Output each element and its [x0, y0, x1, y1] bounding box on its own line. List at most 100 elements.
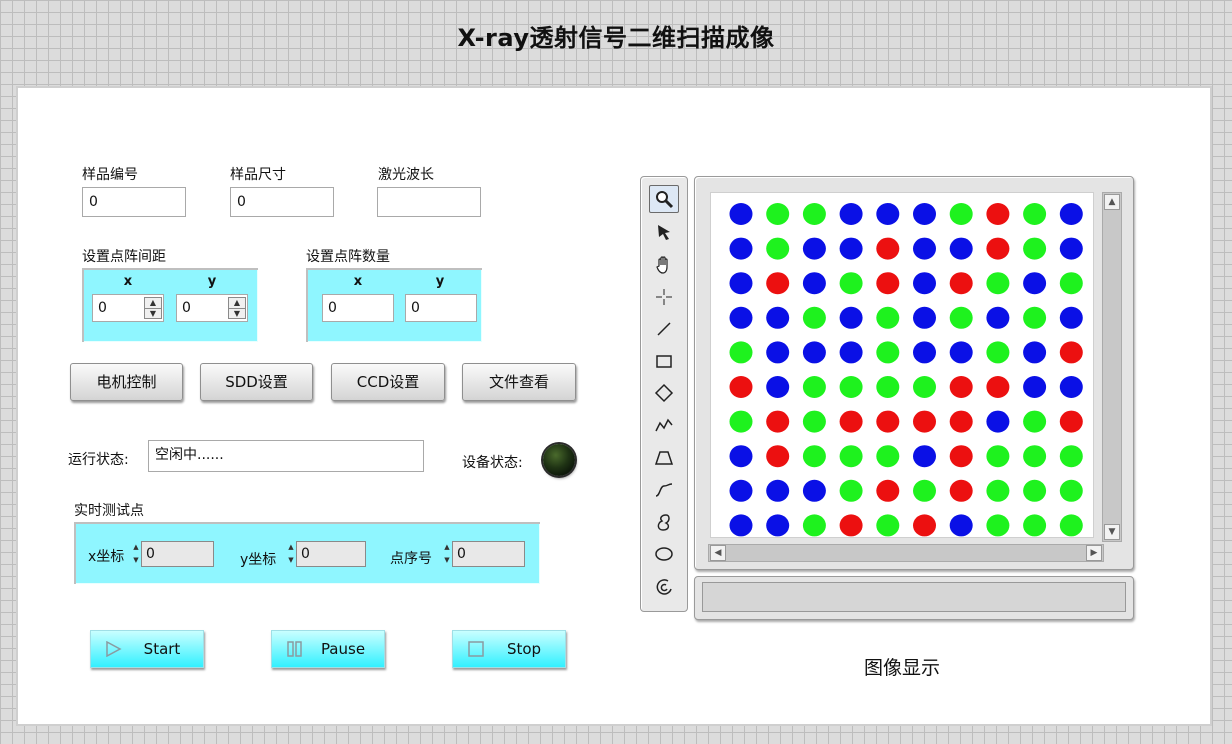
matrix-dot	[839, 203, 863, 225]
matrix-dot	[802, 376, 826, 398]
run-status-label: 运行状态:	[68, 452, 129, 468]
matrix-dot	[1023, 237, 1047, 260]
spin-up-icon[interactable]: ▲	[145, 298, 161, 308]
spin-down-icon[interactable]: ▼	[132, 554, 140, 567]
motor-control-button[interactable]: 电机控制	[70, 363, 183, 401]
matrix-dot	[839, 272, 863, 295]
sample-size-label: 样品尺寸	[230, 167, 286, 183]
spin-down-icon[interactable]: ▼	[443, 554, 451, 567]
matrix-dot	[986, 445, 1010, 468]
count-x-input[interactable]: 0	[322, 294, 394, 322]
matrix-dot	[839, 376, 863, 398]
realtime-index-label: 点序号	[390, 551, 432, 567]
realtime-y-spinner[interactable]: ▲ ▼	[287, 541, 295, 567]
polygon-tool[interactable]	[649, 444, 679, 472]
sample-id-label: 样品编号	[82, 167, 138, 183]
matrix-dot	[1059, 479, 1083, 502]
polyline-tool[interactable]	[649, 411, 679, 439]
count-y-input[interactable]: 0	[405, 294, 477, 322]
realtime-index-spinner[interactable]: ▲ ▼	[443, 541, 451, 567]
matrix-dot	[1059, 514, 1083, 537]
scroll-down-icon[interactable]: ▼	[1104, 524, 1120, 540]
matrix-dot	[766, 479, 790, 502]
matrix-dot	[986, 306, 1010, 329]
matrix-dot	[876, 237, 900, 260]
sample-id-input[interactable]: 0	[82, 187, 186, 217]
rectangle-tool[interactable]	[649, 347, 679, 375]
image-display[interactable]	[710, 192, 1094, 538]
matrix-dot	[1023, 376, 1047, 398]
ellipse-tool[interactable]	[649, 540, 679, 568]
matrix-dot	[986, 203, 1010, 225]
matrix-dot	[986, 514, 1010, 537]
freehand-tool[interactable]	[649, 476, 679, 504]
crosshair-icon	[656, 289, 672, 305]
closed-freehand-tool[interactable]	[649, 508, 679, 536]
matrix-dot	[729, 410, 753, 433]
matrix-dot	[1059, 410, 1083, 433]
spacing-x-spinner[interactable]: ▲ ▼	[144, 297, 162, 319]
matrix-dot	[1059, 203, 1083, 225]
spin-up-icon[interactable]: ▲	[287, 541, 295, 554]
matrix-dot	[802, 203, 826, 225]
matrix-dot	[766, 203, 790, 225]
sample-size-input[interactable]: 0	[230, 187, 334, 217]
pause-button[interactable]: Pause	[271, 630, 385, 668]
matrix-dot	[986, 237, 1010, 260]
sdd-settings-button[interactable]: SDD设置	[200, 363, 313, 401]
stop-button[interactable]: Stop	[452, 630, 566, 668]
pan-tool[interactable]	[649, 251, 679, 279]
spin-down-icon[interactable]: ▼	[145, 308, 161, 318]
ccd-settings-button[interactable]: CCD设置	[331, 363, 445, 401]
spacing-label: 设置点阵间距	[82, 249, 166, 265]
spin-up-icon[interactable]: ▲	[132, 541, 140, 554]
wavelength-input[interactable]	[377, 187, 481, 217]
matrix-dot	[729, 237, 753, 260]
line-tool[interactable]	[649, 315, 679, 343]
matrix-dot	[1023, 479, 1047, 502]
spacing-y-spinner[interactable]: ▲ ▼	[228, 297, 246, 319]
matrix-dot	[949, 237, 973, 260]
matrix-dot	[1023, 341, 1047, 364]
matrix-dot	[729, 306, 753, 329]
rotated-rect-tool[interactable]	[649, 379, 679, 407]
horizontal-scrollbar[interactable]: ◀ ▶	[708, 544, 1104, 562]
matrix-dot	[913, 445, 936, 468]
realtime-x-label: x坐标	[88, 549, 125, 565]
start-button[interactable]: Start	[90, 630, 204, 668]
wavelength-label: 激光波长	[378, 167, 434, 183]
device-status-label: 设备状态:	[462, 455, 523, 471]
polyline-icon	[655, 418, 673, 432]
vertical-scrollbar[interactable]: ▲ ▼	[1102, 192, 1122, 542]
realtime-x-spinner[interactable]: ▲ ▼	[132, 541, 140, 567]
spin-up-icon[interactable]: ▲	[229, 298, 245, 308]
matrix-dot	[1059, 306, 1083, 329]
matrix-dot	[913, 272, 936, 295]
matrix-dot	[1059, 272, 1083, 295]
point-tool[interactable]	[649, 283, 679, 311]
matrix-dot	[986, 410, 1010, 433]
scroll-up-icon[interactable]: ▲	[1104, 194, 1120, 210]
spin-up-icon[interactable]: ▲	[443, 541, 451, 554]
scroll-left-icon[interactable]: ◀	[710, 545, 726, 561]
matrix-dot	[949, 445, 973, 468]
matrix-dot	[1059, 445, 1083, 468]
scroll-right-icon[interactable]: ▶	[1086, 545, 1102, 561]
matrix-dot	[876, 410, 900, 433]
matrix-dot	[1023, 306, 1047, 329]
matrix-dot	[729, 479, 753, 502]
annulus-tool[interactable]	[649, 573, 679, 601]
spin-down-icon[interactable]: ▼	[229, 308, 245, 318]
matrix-dot	[766, 237, 790, 260]
window-title: X-ray透射信号二维扫描成像	[457, 24, 775, 52]
count-x-axis-label: x	[353, 274, 363, 289]
matrix-dot	[913, 479, 936, 502]
file-view-button[interactable]: 文件查看	[462, 363, 576, 401]
matrix-dot	[876, 341, 900, 364]
matrix-dot	[839, 237, 863, 260]
matrix-dot	[949, 203, 973, 225]
spin-down-icon[interactable]: ▼	[287, 554, 295, 567]
matrix-dot	[766, 376, 790, 398]
arrow-tool[interactable]	[649, 218, 679, 246]
zoom-tool[interactable]	[649, 185, 679, 213]
